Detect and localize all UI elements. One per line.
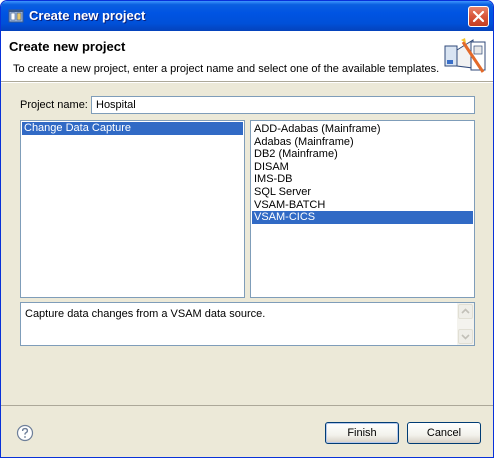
app-window-icon — [8, 9, 24, 23]
list-item[interactable]: Adabas (Mainframe) — [252, 136, 473, 149]
list-item[interactable]: Change Data Capture — [22, 122, 243, 135]
finish-button[interactable]: Finish — [325, 422, 399, 444]
new-project-wizard-icon — [444, 38, 486, 73]
description-scrollbar[interactable] — [457, 303, 474, 345]
window-title: Create new project — [29, 8, 146, 23]
wizard-header: Create new project To create a new proje… — [1, 31, 493, 82]
close-icon — [472, 10, 485, 23]
page-title: Create new project — [9, 39, 126, 54]
project-name-label: Project name: — [20, 99, 88, 111]
chevron-down-icon — [461, 334, 470, 340]
cancel-button[interactable]: Cancel — [407, 422, 481, 444]
footer-divider — [1, 405, 493, 406]
title-bar[interactable]: Create new project — [1, 1, 493, 31]
page-description: To create a new project, enter a project… — [13, 63, 440, 75]
list-item[interactable]: VSAM-BATCH — [252, 199, 473, 212]
list-item[interactable]: SQL Server — [252, 186, 473, 199]
chevron-up-icon — [461, 308, 470, 314]
list-item[interactable]: IMS-DB — [252, 173, 473, 186]
header-divider — [1, 82, 493, 83]
template-description: Capture data changes from a VSAM data so… — [25, 308, 266, 320]
list-item[interactable]: ADD-Adabas (Mainframe) — [252, 123, 473, 136]
close-button[interactable] — [468, 6, 489, 27]
category-list[interactable]: Change Data Capture — [20, 120, 245, 298]
list-item[interactable]: DB2 (Mainframe) — [252, 148, 473, 161]
create-project-dialog: Create new project Create new project To… — [0, 0, 494, 458]
list-item[interactable]: DISAM — [252, 161, 473, 174]
help-icon[interactable] — [16, 424, 34, 442]
template-list[interactable]: ADD-Adabas (Mainframe) Adabas (Mainframe… — [250, 120, 475, 298]
project-name-input[interactable]: Hospital — [91, 96, 475, 114]
list-item[interactable]: VSAM-CICS — [252, 211, 473, 224]
template-description-box: Capture data changes from a VSAM data so… — [20, 302, 475, 346]
scroll-up-button[interactable] — [458, 304, 473, 319]
scroll-down-button[interactable] — [458, 329, 473, 344]
